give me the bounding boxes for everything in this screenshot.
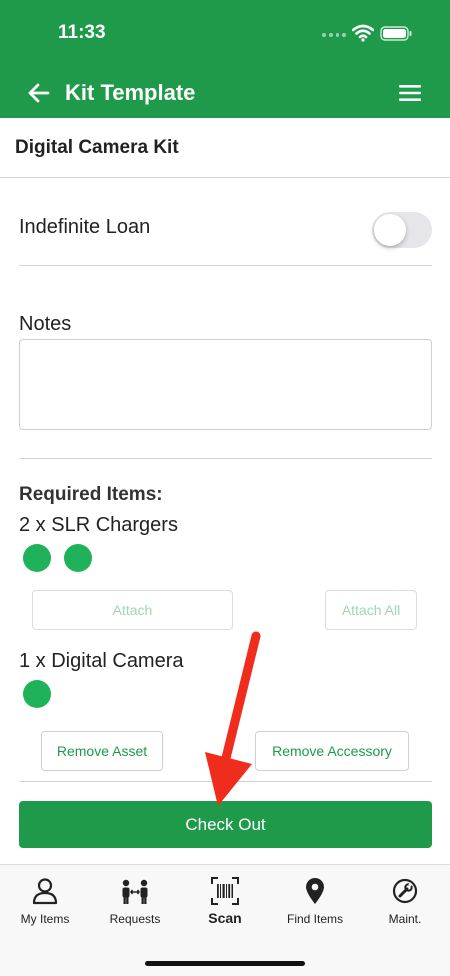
person-icon [32, 878, 58, 905]
back-arrow-icon[interactable] [26, 80, 52, 106]
app-header: Kit Template [0, 68, 450, 118]
home-indicator [145, 961, 305, 966]
required-item-label: 2 x SLR Chargers [19, 514, 178, 536]
barcode-scan-icon [211, 877, 239, 905]
page-title: Kit Template [65, 80, 196, 105]
indefinite-loan-label: Indefinite Loan [19, 216, 151, 238]
tab-scan[interactable]: Scan [180, 865, 270, 937]
hamburger-menu-icon[interactable] [398, 82, 422, 104]
attach-all-button[interactable]: Attach All [325, 590, 417, 630]
tab-maintenance[interactable]: Maint. [360, 865, 450, 937]
tab-my-items[interactable]: My Items [0, 865, 90, 937]
people-exchange-icon [122, 879, 148, 904]
tab-find-items[interactable]: Find Items [270, 865, 360, 937]
status-bar: 11:33 [0, 0, 450, 68]
battery-icon [380, 26, 412, 41]
tab-requests[interactable]: Requests [90, 865, 180, 937]
attached-indicator [64, 544, 92, 572]
divider [19, 458, 432, 459]
attached-indicator [23, 680, 51, 708]
attach-button[interactable]: Attach [32, 590, 233, 630]
indefinite-loan-row: Indefinite Loan [19, 200, 432, 266]
attached-indicator [23, 544, 51, 572]
tab-label: Find Items [286, 912, 343, 926]
kit-title: Digital Camera Kit [15, 137, 179, 158]
kit-title-bar: Digital Camera Kit [0, 118, 450, 178]
signal-icon [322, 33, 346, 37]
check-out-button[interactable]: Check Out [19, 801, 432, 848]
required-item-label: 1 x Digital Camera [19, 650, 184, 672]
remove-asset-button[interactable]: Remove Asset [41, 731, 163, 771]
toggle-knob [374, 214, 406, 246]
required-items-title: Required Items: [19, 484, 163, 505]
tab-label: Scan [208, 910, 242, 926]
map-pin-icon [306, 878, 324, 904]
status-time: 11:33 [58, 22, 106, 43]
tab-label: Maint. [388, 912, 422, 926]
divider [19, 781, 432, 782]
notes-label: Notes [19, 313, 72, 335]
notes-input[interactable] [19, 339, 432, 430]
indefinite-loan-toggle[interactable] [372, 212, 432, 248]
annotation-arrow-icon [205, 631, 261, 806]
wrench-icon [392, 878, 418, 904]
tab-label: Requests [109, 912, 161, 926]
tab-bar: My Items Requests Scan Find Items Maint. [0, 864, 450, 976]
tab-label: My Items [20, 912, 70, 926]
remove-accessory-button[interactable]: Remove Accessory [255, 731, 409, 771]
wifi-icon [352, 24, 374, 42]
